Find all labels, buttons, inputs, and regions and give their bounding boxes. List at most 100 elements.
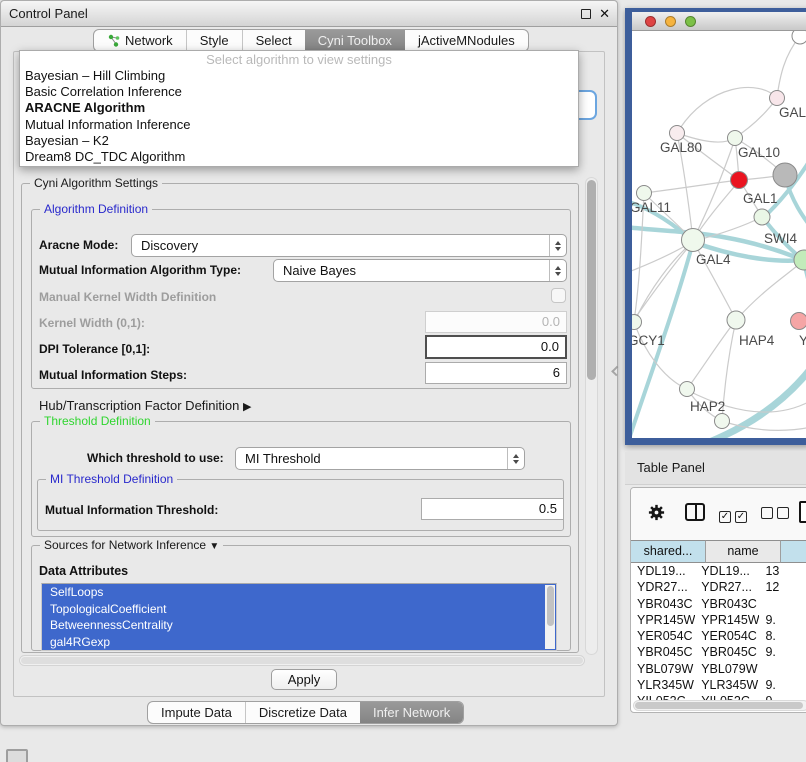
table-row[interactable]: YBL079WYBL079W xyxy=(631,661,806,677)
tab-infer-network[interactable]: Infer Network xyxy=(360,702,463,723)
scrollbar-thumb[interactable] xyxy=(21,657,583,664)
network-view-window[interactable]: GALGAL80GAL10GAL1GAL11SWI4GAL4GCY1HAP4YH… xyxy=(625,8,806,445)
tab-network[interactable]: Network xyxy=(94,30,186,51)
column-header[interactable]: shared... xyxy=(631,540,706,563)
network-window-titlebar[interactable] xyxy=(632,12,806,31)
data-attribute-item[interactable]: BetweennessCentrality xyxy=(42,617,556,634)
algorithm-option[interactable]: Bayesian – K2 xyxy=(20,133,578,149)
sources-title[interactable]: Sources for Network Inference ▼ xyxy=(40,538,223,552)
float-panel-icon[interactable] xyxy=(581,9,591,19)
tab-select[interactable]: Select xyxy=(242,30,305,51)
table-row[interactable]: YLR345WYLR345W9. xyxy=(631,677,806,693)
stepper-icon xyxy=(507,448,524,469)
control-panel-titlebar[interactable]: Control Panel ✕ xyxy=(1,1,617,27)
gear-icon[interactable] xyxy=(647,503,666,527)
table-cell: YBR045C xyxy=(695,644,759,660)
table-horizontal-scrollbar[interactable] xyxy=(633,700,806,711)
network-node[interactable] xyxy=(773,163,797,187)
data-attributes-list[interactable]: SelfLoopsTopologicalCoefficientBetweenne… xyxy=(41,583,557,651)
tab-impute-data[interactable]: Impute Data xyxy=(148,702,245,723)
network-node[interactable] xyxy=(632,315,642,330)
settings-horizontal-scrollbar[interactable] xyxy=(19,655,585,666)
table-cell: YER054C xyxy=(695,628,759,644)
table-cell: 12 xyxy=(759,579,806,595)
close-traffic-light[interactable] xyxy=(645,16,656,27)
table-row[interactable]: YER054CYER054C8. xyxy=(631,628,806,644)
network-node[interactable] xyxy=(791,313,806,330)
table-row[interactable]: YBR045CYBR045C9. xyxy=(631,644,806,660)
popup-placeholder: Select algorithm to view settings xyxy=(20,51,578,68)
algorithm-option[interactable]: Basic Correlation Inference xyxy=(20,84,578,100)
stepper-icon xyxy=(549,260,566,281)
zoom-traffic-light[interactable] xyxy=(685,16,696,27)
tab-label: Cyni Toolbox xyxy=(318,30,392,51)
network-node[interactable] xyxy=(670,126,685,141)
mi-steps-field[interactable]: 6 xyxy=(425,362,567,384)
column-header[interactable] xyxy=(781,540,806,563)
scrollbar-thumb[interactable] xyxy=(635,702,803,709)
document-icon[interactable] xyxy=(799,501,806,523)
network-edge xyxy=(634,242,693,322)
network-node[interactable] xyxy=(754,209,770,225)
network-canvas[interactable]: GALGAL80GAL10GAL1GAL11SWI4GAL4GCY1HAP4YH… xyxy=(632,31,806,438)
manual-kernel-width-checkbox[interactable] xyxy=(551,288,566,303)
minimize-traffic-light[interactable] xyxy=(665,16,676,27)
columns-icon[interactable] xyxy=(685,503,705,521)
tab-jactivemnodules[interactable]: jActiveMNodules xyxy=(405,30,528,51)
network-node[interactable] xyxy=(682,229,705,252)
control-panel-tabbar: NetworkStyleSelect Cyni Toolbox jActiveMNo… xyxy=(93,29,529,52)
algorithm-option[interactable]: Mutual Information Inference xyxy=(20,117,578,133)
table-cell: YBR045C xyxy=(631,644,695,660)
data-attribute-item[interactable]: gal4RGexp xyxy=(42,634,556,651)
table-row[interactable]: YPR145WYPR145W9. xyxy=(631,612,806,628)
data-attributes-label: Data Attributes xyxy=(39,564,128,578)
which-threshold-select[interactable]: MI Threshold xyxy=(235,447,525,470)
apply-button[interactable]: Apply xyxy=(271,669,337,690)
bottom-corner-widget[interactable] xyxy=(6,749,28,762)
unchecked-boxes-icon[interactable] xyxy=(761,506,793,524)
close-icon[interactable]: ✕ xyxy=(599,6,610,22)
table-cell xyxy=(759,661,806,677)
table-cell: YLR345W xyxy=(695,677,759,693)
network-node[interactable] xyxy=(728,131,743,146)
kernel-width-field[interactable]: 0.0 xyxy=(425,311,567,333)
network-node[interactable] xyxy=(731,172,748,189)
aracne-mode-label: Aracne Mode: xyxy=(39,238,118,252)
table-row[interactable]: YBR043CYBR043C xyxy=(631,596,806,612)
network-node[interactable] xyxy=(770,91,785,106)
table-cell: YIL052C xyxy=(631,693,695,700)
algorithm-option[interactable]: Bayesian – Hill Climbing xyxy=(20,68,578,84)
node-label: GAL80 xyxy=(660,140,702,155)
table-row[interactable]: YDR27...YDR27...12 xyxy=(631,579,806,595)
checked-boxes-icon[interactable]: ✓✓ xyxy=(719,506,751,524)
mi-algorithm-type-select[interactable]: Naive Bayes xyxy=(273,259,567,282)
network-node[interactable] xyxy=(792,31,806,44)
dpi-tolerance-field[interactable]: 0.0 xyxy=(425,335,567,359)
network-node[interactable] xyxy=(637,186,652,201)
list-scrollbar[interactable] xyxy=(545,585,555,649)
aracne-mode-value: Discovery xyxy=(141,238,198,253)
network-node[interactable] xyxy=(727,311,745,329)
tab-cyni-toolbox[interactable]: Cyni Toolbox xyxy=(305,30,405,51)
network-node[interactable] xyxy=(715,414,730,429)
table-row[interactable]: YDL19...YDL19...13 xyxy=(631,563,806,579)
network-node[interactable] xyxy=(680,382,695,397)
algorithm-option[interactable]: Dream8 DC_TDC Algorithm xyxy=(20,149,578,165)
mi-threshold-field[interactable]: 0.5 xyxy=(421,498,564,520)
scrollbar-thumb[interactable] xyxy=(587,180,596,380)
kernel-width-label: Kernel Width (0,1): xyxy=(39,316,145,330)
table-row[interactable]: YIL052CYIL052C9. xyxy=(631,693,806,700)
data-attribute-item[interactable]: SelfLoops xyxy=(42,584,556,601)
chevron-right-icon: ▶ xyxy=(243,401,251,413)
node-label: GAL4 xyxy=(696,252,731,267)
table-cell: 9. xyxy=(759,677,806,693)
column-header[interactable]: name xyxy=(706,540,781,563)
tab-discretize-data[interactable]: Discretize Data xyxy=(245,702,360,723)
data-attribute-item[interactable]: TopologicalCoefficient xyxy=(42,601,556,618)
tab-style[interactable]: Style xyxy=(186,30,242,51)
algorithm-option[interactable]: ARACNE Algorithm xyxy=(20,100,578,116)
aracne-mode-select[interactable]: Discovery xyxy=(131,234,567,257)
table-cell: YDL19... xyxy=(631,563,695,579)
hub-definition-disclosure[interactable]: Hub/Transcription Factor Definition ▶ xyxy=(39,398,251,413)
settings-vertical-scrollbar[interactable] xyxy=(585,177,598,655)
